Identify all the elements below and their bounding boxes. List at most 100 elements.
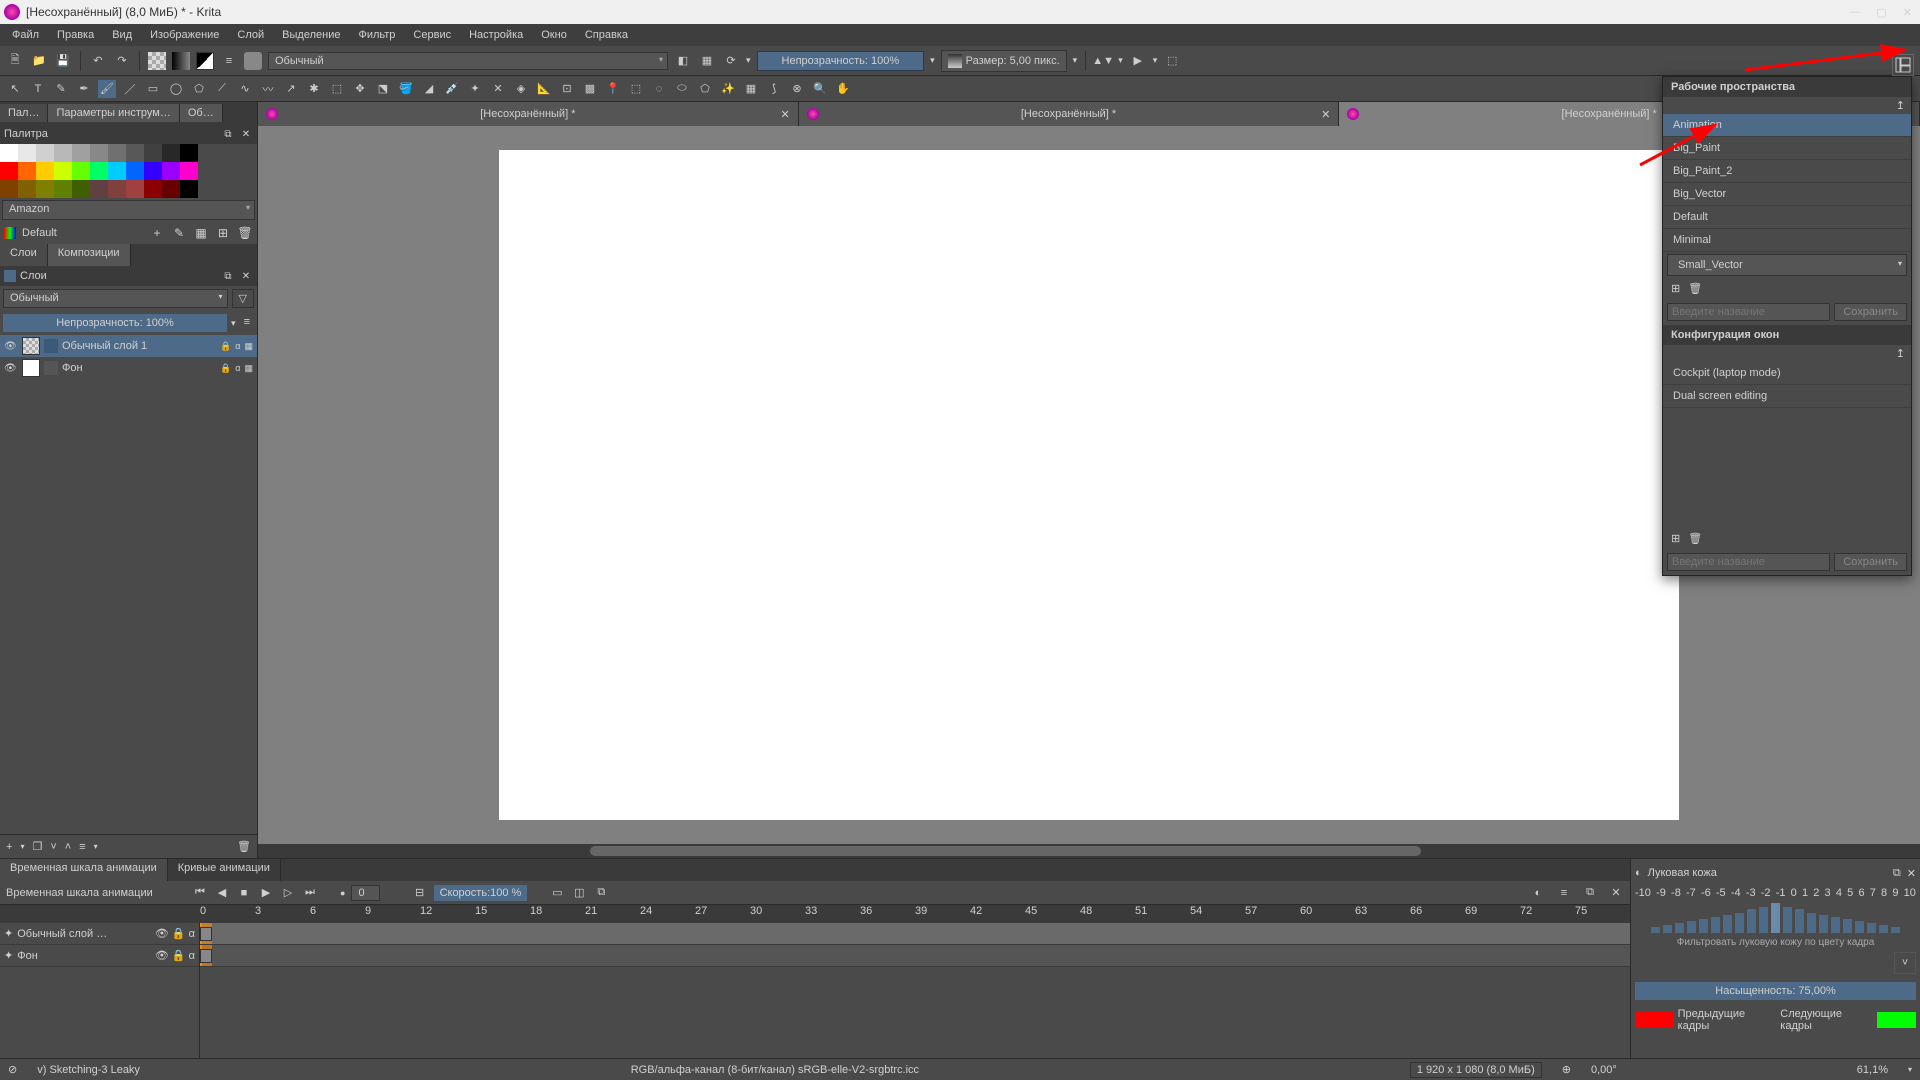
palette-color[interactable]: [0, 180, 18, 198]
palette-preset-dropdown[interactable]: Amazon: [2, 200, 255, 220]
onion-bar[interactable]: [1723, 915, 1732, 933]
workspace-chooser-button[interactable]: [1892, 54, 1914, 76]
palette-color[interactable]: [18, 162, 36, 180]
dock-float-icon[interactable]: ⧉: [221, 269, 235, 283]
add-layer-icon[interactable]: +: [6, 841, 12, 853]
onion-bar[interactable]: [1663, 925, 1672, 933]
fill-tool-icon[interactable]: 🪣: [397, 80, 415, 98]
blend-mode-dropdown[interactable]: Обычный: [268, 52, 668, 70]
layer-blend-dropdown[interactable]: Обычный: [3, 289, 228, 308]
similar-select-icon[interactable]: ▦: [742, 80, 760, 98]
alpha-icon[interactable]: α: [235, 363, 240, 373]
workspace-item-minimal[interactable]: Minimal: [1663, 229, 1911, 252]
polygon-tool-icon[interactable]: ⬠: [190, 80, 208, 98]
palette-color[interactable]: [72, 162, 90, 180]
menu-image[interactable]: Изображение: [144, 27, 225, 43]
assistant-tool-icon[interactable]: ◈: [512, 80, 530, 98]
tl-float-icon[interactable]: ⧉: [1582, 885, 1598, 901]
onion-bar[interactable]: [1675, 923, 1684, 933]
palette-color[interactable]: [36, 162, 54, 180]
rect-select-icon[interactable]: ⬚: [627, 80, 645, 98]
menu-edit[interactable]: Правка: [51, 27, 100, 43]
onion-bar[interactable]: [1771, 903, 1780, 933]
onion-bar[interactable]: [1711, 917, 1720, 933]
palette-color[interactable]: [108, 162, 126, 180]
settings-menu-icon[interactable]: ≡: [1556, 885, 1572, 901]
edit-swatch-icon[interactable]: ✎: [171, 225, 187, 241]
palette-color[interactable]: [126, 162, 144, 180]
menu-tools[interactable]: Сервис: [407, 27, 457, 43]
palette-color[interactable]: [90, 144, 108, 162]
color-picker-icon[interactable]: 💉: [443, 80, 461, 98]
multibrush-icon[interactable]: ✱: [305, 80, 323, 98]
palette-color[interactable]: [90, 180, 108, 198]
text-tool-icon[interactable]: T: [29, 80, 47, 98]
palette-color[interactable]: [108, 144, 126, 162]
menu-window[interactable]: Окно: [535, 27, 573, 43]
bezier-select-icon[interactable]: ⟆: [765, 80, 783, 98]
new-file-icon[interactable]: 🗎: [6, 52, 24, 70]
workspace-small-vector-dropdown[interactable]: Small_Vector: [1667, 254, 1907, 276]
polyline-tool-icon[interactable]: ⟋: [213, 80, 231, 98]
dock-tab-tool-options[interactable]: Параметры инструм…: [48, 104, 179, 122]
add-swatch-icon[interactable]: +: [149, 225, 165, 241]
gradient-edit-icon[interactable]: ≡: [220, 52, 238, 70]
next-frames-color[interactable]: [1877, 1012, 1916, 1028]
tl-close-icon[interactable]: ✕: [1608, 885, 1624, 901]
workspace-item-animation[interactable]: Animation: [1663, 114, 1911, 137]
winconfig-cockpit[interactable]: Cockpit (laptop mode): [1663, 362, 1911, 385]
grid-large-icon[interactable]: ⊞: [215, 225, 231, 241]
palette-swatches-3[interactable]: [0, 180, 257, 198]
brush-preset-swatch[interactable]: [244, 52, 262, 70]
onion-bar[interactable]: [1891, 927, 1900, 933]
move-tool-icon[interactable]: ↖: [6, 80, 24, 98]
track-name-1[interactable]: ✦Обычный слой …👁 🔒 α: [0, 923, 199, 945]
wp-delete-icon[interactable]: 🗑: [1688, 282, 1702, 295]
onion-bar[interactable]: [1783, 907, 1792, 933]
undo-icon[interactable]: ↶: [89, 52, 107, 70]
layer-item-bg[interactable]: 👁 Фон 🔒 α ▦: [0, 357, 257, 379]
palette-color[interactable]: [18, 144, 36, 162]
mirror-h-icon[interactable]: ▲▼: [1094, 52, 1112, 70]
palette-color[interactable]: [180, 144, 198, 162]
onion-opacity-bars[interactable]: [1635, 903, 1916, 933]
layer-item-1[interactable]: 👁 Обычный слой 1 🔒 α ▦: [0, 335, 257, 357]
tab-timeline[interactable]: Временная шкала анимации: [0, 859, 168, 881]
wp-add-icon[interactable]: ⊞: [1671, 282, 1680, 295]
onion-bar[interactable]: [1687, 921, 1696, 933]
menu-view[interactable]: Вид: [106, 27, 138, 43]
gradient-tool-icon[interactable]: ◢: [420, 80, 438, 98]
menu-filter[interactable]: Фильтр: [352, 27, 401, 43]
onion-bar[interactable]: [1807, 913, 1816, 933]
transform-tool-icon[interactable]: ⬚: [328, 80, 346, 98]
mirror-v-icon[interactable]: ▶: [1129, 52, 1147, 70]
inherit-icon[interactable]: ▦: [244, 341, 253, 352]
rectangle-tool-icon[interactable]: ▭: [144, 80, 162, 98]
close-tab-icon[interactable]: ✕: [780, 108, 789, 121]
layer-props-icon[interactable]: ≡: [79, 841, 85, 853]
ellipse-select-icon[interactable]: ◌: [650, 80, 668, 98]
onion-bar[interactable]: [1735, 913, 1744, 933]
scrollbar-horizontal[interactable]: [258, 844, 1920, 858]
menu-select[interactable]: Выделение: [276, 27, 346, 43]
pattern-edit-icon[interactable]: ✕: [489, 80, 507, 98]
onion-bar[interactable]: [1651, 927, 1660, 933]
palette-color[interactable]: [144, 144, 162, 162]
inherit-icon[interactable]: ▦: [244, 363, 253, 374]
menu-layer[interactable]: Слой: [231, 27, 270, 43]
onion-expand-icon[interactable]: ˅: [1894, 952, 1916, 974]
key-blank-icon[interactable]: ◫: [571, 885, 587, 901]
workspace-item-default[interactable]: Default: [1663, 206, 1911, 229]
workspace-item-big_vector[interactable]: Big_Vector: [1663, 183, 1911, 206]
track-name-bg[interactable]: ✦Фон👁 🔒 α: [0, 945, 199, 967]
palette-color[interactable]: [54, 162, 72, 180]
onion-bar[interactable]: [1867, 923, 1876, 933]
onion-saturation-slider[interactable]: Насыщенность: 75,00%: [1635, 982, 1916, 1000]
filter-layers-icon[interactable]: ▽: [232, 289, 254, 308]
measure-tool-icon[interactable]: 📐: [535, 80, 553, 98]
lock-icon[interactable]: 🔒: [220, 363, 231, 374]
onion-bar[interactable]: [1855, 921, 1864, 933]
palette-color[interactable]: [72, 144, 90, 162]
onion-bar[interactable]: [1795, 909, 1804, 933]
grid-small-icon[interactable]: ▦: [193, 225, 209, 241]
